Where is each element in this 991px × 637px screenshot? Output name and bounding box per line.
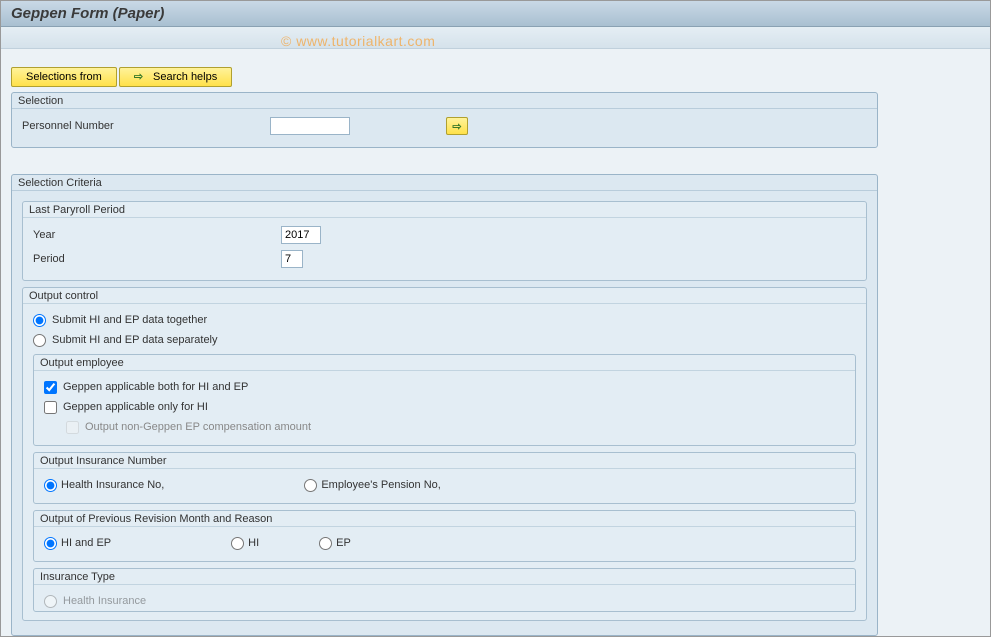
- non-geppen-ep-label: Output non-Geppen EP compensation amount: [85, 421, 311, 433]
- personnel-number-label: Personnel Number: [22, 120, 262, 132]
- geppen-both-checkbox[interactable]: [44, 381, 57, 394]
- health-insurance-label: Health Insurance: [63, 595, 146, 607]
- geppen-hi-only-checkbox[interactable]: [44, 401, 57, 414]
- emp-pension-no-radio[interactable]: [304, 479, 317, 492]
- period-input[interactable]: [281, 250, 303, 268]
- app-subbar: [1, 27, 990, 49]
- output-prev-revision-title: Output of Previous Revision Month and Re…: [34, 511, 855, 527]
- personnel-number-input[interactable]: [270, 117, 350, 135]
- non-geppen-ep-checkbox: [66, 421, 79, 434]
- health-insurance-radio[interactable]: [44, 595, 57, 608]
- output-employee-group: Output employee Geppen applicable both f…: [33, 354, 856, 446]
- health-ins-no-label: Health Insurance No,: [61, 479, 164, 491]
- prev-hi-label: HI: [248, 537, 259, 549]
- output-control-title: Output control: [23, 288, 866, 304]
- geppen-both-label: Geppen applicable both for HI and EP: [63, 381, 248, 393]
- period-label: Period: [33, 253, 273, 265]
- submit-separately-label: Submit HI and EP data separately: [52, 334, 218, 346]
- output-prev-revision-group: Output of Previous Revision Month and Re…: [33, 510, 856, 562]
- multiselect-button[interactable]: ⇨: [446, 117, 468, 135]
- window-titlebar: Geppen Form (Paper): [1, 1, 990, 27]
- insurance-type-group: Insurance Type Health Insurance: [33, 568, 856, 612]
- output-control-group: Output control Submit HI and EP data tog…: [22, 287, 867, 621]
- prev-hi-ep-label: HI and EP: [61, 537, 111, 549]
- emp-pension-no-label: Employee's Pension No,: [321, 479, 441, 491]
- arrow-right-icon: ⇨: [452, 120, 461, 133]
- search-helps-label: Search helps: [153, 68, 217, 86]
- health-ins-no-radio[interactable]: [44, 479, 57, 492]
- output-insurance-number-group: Output Insurance Number Health Insurance…: [33, 452, 856, 504]
- selections-from-button[interactable]: Selections from: [11, 67, 117, 87]
- output-employee-title: Output employee: [34, 355, 855, 371]
- selection-group: Selection Personnel Number ⇨: [11, 92, 878, 148]
- selection-group-title: Selection: [12, 93, 877, 109]
- prev-ep-radio[interactable]: [319, 537, 332, 550]
- selection-criteria-title: Selection Criteria: [12, 175, 877, 191]
- arrow-right-icon: ⇨: [134, 68, 143, 86]
- insurance-type-title: Insurance Type: [34, 569, 855, 585]
- last-payroll-title: Last Paryroll Period: [23, 202, 866, 218]
- selection-criteria-group: Selection Criteria Last Paryroll Period …: [11, 174, 878, 636]
- submit-together-label: Submit HI and EP data together: [52, 314, 207, 326]
- geppen-hi-only-label: Geppen applicable only for HI: [63, 401, 208, 413]
- toolbar: Selections from ⇨ Search helps: [11, 67, 980, 87]
- output-insurance-number-title: Output Insurance Number: [34, 453, 855, 469]
- window-title: Geppen Form (Paper): [11, 5, 164, 22]
- year-input[interactable]: [281, 226, 321, 244]
- prev-ep-label: EP: [336, 537, 351, 549]
- submit-separately-radio[interactable]: [33, 334, 46, 347]
- prev-hi-radio[interactable]: [231, 537, 244, 550]
- prev-hi-ep-radio[interactable]: [44, 537, 57, 550]
- year-label: Year: [33, 229, 273, 241]
- selections-from-label: Selections from: [26, 68, 102, 86]
- last-payroll-group: Last Paryroll Period Year Period: [22, 201, 867, 281]
- submit-together-radio[interactable]: [33, 314, 46, 327]
- search-helps-button[interactable]: ⇨ Search helps: [119, 67, 232, 87]
